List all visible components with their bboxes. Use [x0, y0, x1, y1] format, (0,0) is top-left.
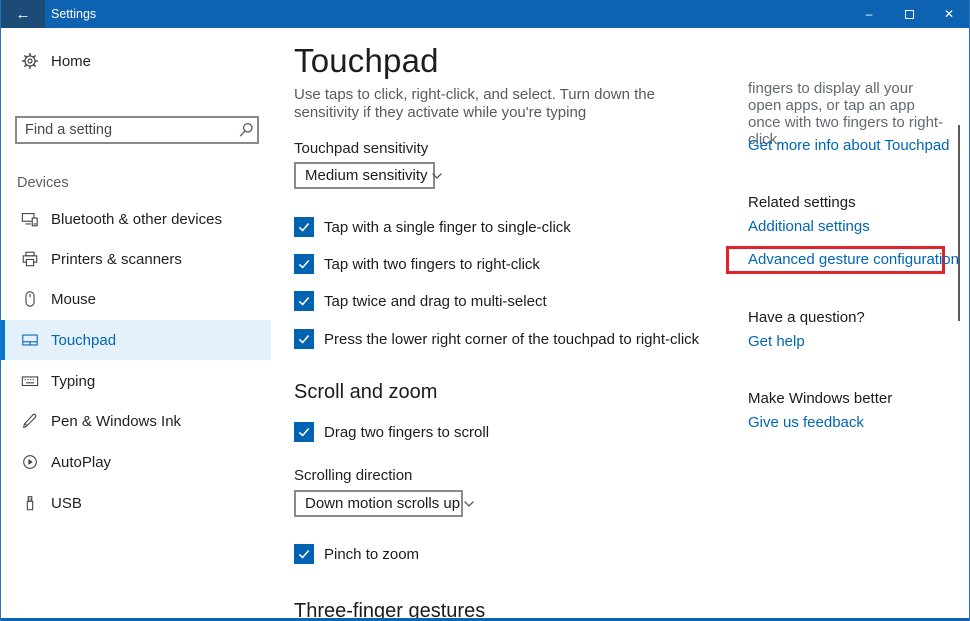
related-settings-heading: Related settings [748, 194, 856, 211]
sidebar-item-autoplay[interactable]: AutoPlay [1, 442, 271, 482]
selected-indicator [1, 320, 5, 360]
scrolling-direction-dropdown[interactable]: Down motion scrolls up [294, 490, 463, 517]
scroll-zoom-section-title: Scroll and zoom [294, 381, 437, 404]
chevron-down-icon [460, 501, 483, 507]
titlebar: ← Settings – ✕ [1, 0, 969, 28]
keyboard-icon [21, 372, 39, 390]
window-controls: – ✕ [849, 0, 969, 28]
search-input[interactable] [17, 122, 235, 138]
checkbox-row-drag-scroll: Drag two fingers to scroll [294, 422, 489, 442]
checkbox-row-two-fingers: Tap with two fingers to right-click [294, 254, 540, 274]
sidebar-item-mouse[interactable]: Mouse [1, 279, 271, 319]
scrolling-direction-label: Scrolling direction [294, 467, 412, 484]
sidebar-item-label: Mouse [51, 291, 96, 308]
page-description: Use taps to click, right-click, and sele… [294, 86, 699, 121]
checkbox-row-pinch-zoom: Pinch to zoom [294, 544, 419, 564]
bluetooth-devices-icon [21, 210, 39, 228]
page-title: Touchpad [294, 42, 439, 80]
checkbox-drag-scroll[interactable] [294, 422, 314, 442]
sidebar-item-typing[interactable]: Typing [1, 361, 271, 401]
gear-icon [21, 52, 39, 70]
close-button[interactable]: ✕ [929, 0, 969, 28]
settings-window: ← Settings – ✕ [0, 0, 970, 621]
sidebar: Home Devices Bluetooth & other devices [1, 28, 271, 621]
sidebar-item-pen[interactable]: Pen & Windows Ink [1, 401, 271, 441]
touchpad-icon [21, 331, 39, 349]
advanced-gesture-configuration-link[interactable]: Advanced gesture configuration [729, 249, 942, 271]
back-button[interactable]: ← [1, 0, 45, 28]
checkbox-label: Drag two fingers to scroll [324, 424, 489, 441]
sidebar-section-devices: Devices [17, 175, 69, 191]
checkbox-two-fingers[interactable] [294, 254, 314, 274]
checkbox-label: Tap with a single finger to single-click [324, 219, 571, 236]
sidebar-item-label: Touchpad [51, 332, 116, 349]
checkbox-label: Tap twice and drag to multi-select [324, 293, 547, 310]
maximize-button[interactable] [889, 0, 929, 28]
checkbox-label: Tap with two fingers to right-click [324, 256, 540, 273]
get-help-link[interactable]: Get help [748, 333, 805, 350]
make-windows-better-heading: Make Windows better [748, 390, 892, 407]
more-info-link[interactable]: Get more info about Touchpad [748, 137, 950, 154]
window-title: Settings [51, 0, 96, 28]
sensitivity-dropdown[interactable]: Medium sensitivity [294, 162, 435, 189]
scrolling-direction-value: Down motion scrolls up [296, 495, 460, 512]
sidebar-item-label: Printers & scanners [51, 251, 182, 268]
sidebar-item-label: Home [51, 53, 91, 70]
sidebar-item-label: Typing [51, 373, 95, 390]
sidebar-item-printers[interactable]: Printers & scanners [1, 239, 271, 279]
usb-icon [21, 494, 39, 512]
sensitivity-label: Touchpad sensitivity [294, 140, 428, 157]
pen-icon [21, 412, 39, 430]
printer-icon [21, 250, 39, 268]
chevron-down-icon [428, 173, 451, 179]
search-box [15, 116, 259, 144]
maximize-icon [905, 10, 914, 19]
give-us-feedback-link[interactable]: Give us feedback [748, 414, 864, 431]
checkbox-row-single-finger: Tap with a single finger to single-click [294, 217, 571, 237]
sidebar-item-label: Bluetooth & other devices [51, 211, 222, 228]
checkbox-label: Press the lower right corner of the touc… [324, 331, 699, 348]
sensitivity-value: Medium sensitivity [296, 167, 428, 184]
checkbox-row-tap-twice: Tap twice and drag to multi-select [294, 291, 547, 311]
sidebar-item-bluetooth[interactable]: Bluetooth & other devices [1, 199, 271, 239]
checkbox-tap-twice[interactable] [294, 291, 314, 311]
mouse-icon [21, 290, 39, 308]
vertical-scrollbar-thumb[interactable] [958, 125, 960, 321]
search-icon[interactable] [235, 122, 257, 138]
minimize-icon: – [866, 7, 873, 21]
checkbox-single-finger[interactable] [294, 217, 314, 237]
sidebar-item-home[interactable]: Home [1, 44, 271, 78]
close-icon: ✕ [944, 7, 954, 21]
autoplay-icon [21, 453, 39, 471]
back-arrow-icon: ← [16, 6, 31, 23]
sidebar-item-touchpad[interactable]: Touchpad [1, 320, 271, 360]
sidebar-item-label: USB [51, 495, 82, 512]
have-a-question-heading: Have a question? [748, 309, 865, 326]
sidebar-item-usb[interactable]: USB [1, 483, 271, 523]
additional-settings-link[interactable]: Additional settings [748, 218, 870, 235]
checkbox-lower-right-corner[interactable] [294, 329, 314, 349]
sidebar-item-label: Pen & Windows Ink [51, 413, 181, 430]
checkbox-row-lower-right-corner: Press the lower right corner of the touc… [294, 329, 699, 349]
checkbox-label: Pinch to zoom [324, 546, 419, 563]
highlight-box: Advanced gesture configuration [726, 246, 945, 274]
checkbox-pinch-zoom[interactable] [294, 544, 314, 564]
sidebar-item-label: AutoPlay [51, 454, 111, 471]
minimize-button[interactable]: – [849, 0, 889, 28]
